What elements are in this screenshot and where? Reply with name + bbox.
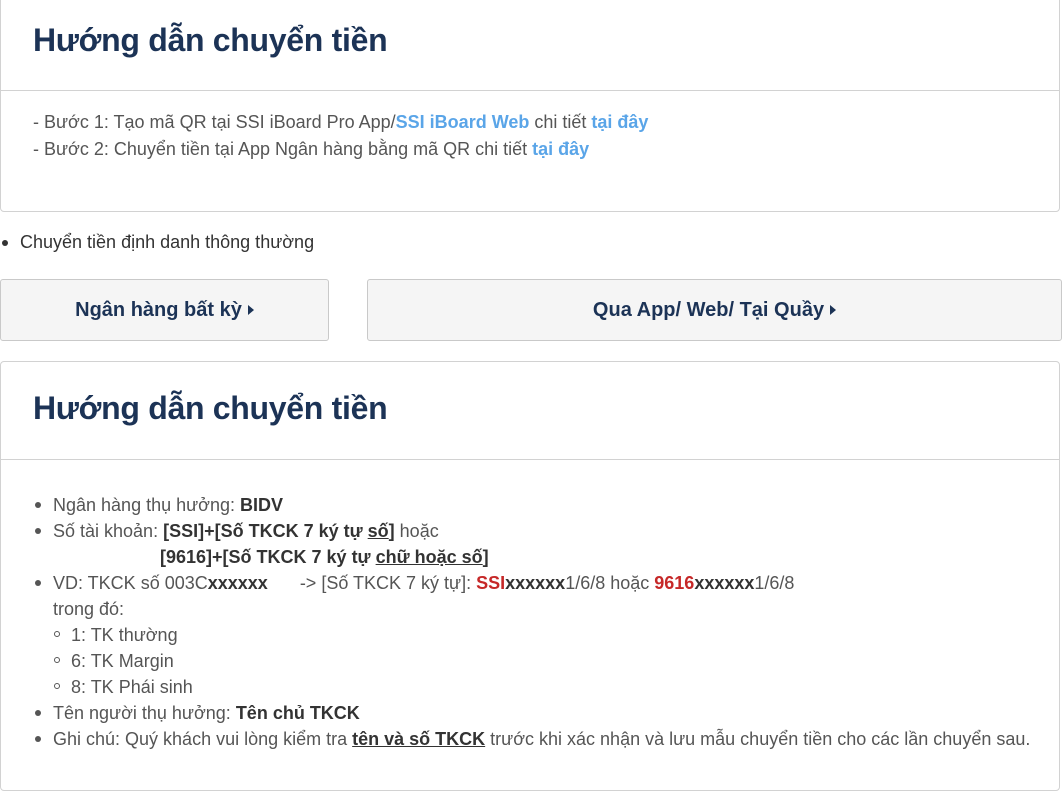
example-suffix: 1/6/8 hoặc: [565, 573, 655, 593]
note-suffix: trước khi xác nhận và lưu mẫu chuyển tiề…: [485, 729, 1031, 749]
where-label: trong đó:: [53, 599, 125, 619]
caret-right-icon: [247, 305, 254, 315]
example-placeholder: xxxxxx: [505, 573, 566, 593]
list-item: [9616]+[Số TKCK 7 ký tự chữ hoặc số]: [33, 544, 1030, 570]
step-1-text: - Bước 1: Tạo mã QR tại SSI iBoard Pro A…: [33, 112, 396, 132]
qr-guide-card: Hướng dẫn chuyển tiền - Bước 1: Tạo mã Q…: [0, 0, 1060, 212]
example-arrow-text: -> [Số TKCK 7 ký tự]:: [299, 573, 477, 593]
step-2-text: - Bước 2: Chuyển tiền tại App Ngân hàng …: [33, 139, 533, 159]
example-placeholder: xxxxxx: [694, 573, 755, 593]
account-type-margin: 6: TK Margin: [71, 651, 174, 671]
transfer-info-list: Ngân hàng thụ hưởng: BIDV Số tài khoản: …: [33, 492, 1030, 752]
ssi-iboard-web-link[interactable]: SSI iBoard Web: [396, 112, 530, 132]
any-bank-button[interactable]: Ngân hàng bất kỳ: [0, 279, 329, 341]
list-item: 6: TK Margin: [33, 648, 1030, 674]
account-format-ssi-text: [SSI]+[Số TKCK 7 ký tự: [163, 521, 368, 541]
step-2-details-link[interactable]: tại đây: [532, 139, 589, 159]
example-suffix: 1/6/8: [754, 573, 795, 593]
bullet-dot: [35, 710, 41, 716]
transfer-guide-card: Hướng dẫn chuyển tiền Ngân hàng thụ hưởn…: [0, 361, 1060, 791]
account-format-9616-underlined: chữ hoặc số: [375, 547, 483, 567]
account-format-ssi-underlined: số: [367, 521, 389, 541]
any-bank-button-label: Ngân hàng bất kỳ: [75, 298, 242, 321]
list-item: Ngân hàng thụ hưởng: BIDV: [33, 492, 1030, 518]
circle-bullet: [54, 683, 60, 689]
list-item: Số tài khoản: [SSI]+[Số TKCK 7 ký tự số]…: [33, 518, 1030, 544]
bullet-dot: [35, 736, 41, 742]
qr-steps: - Bước 1: Tạo mã QR tại SSI iBoard Pro A…: [33, 109, 648, 163]
circle-bullet: [54, 657, 60, 663]
example-ssi-prefix: SSI: [476, 573, 506, 593]
step-2: - Bước 2: Chuyển tiền tại App Ngân hàng …: [33, 136, 648, 163]
note-prefix: Ghi chú: Quý khách vui lòng kiểm tra: [53, 729, 353, 749]
list-item: VD: TKCK số 003Cxxxxxx -> [Số TKCK 7 ký t…: [33, 570, 1030, 596]
circle-bullet: [54, 631, 60, 637]
account-or-text: hoặc: [394, 521, 439, 541]
caret-right-icon: [830, 305, 837, 315]
beneficiary-bank-value: BIDV: [240, 495, 284, 515]
list-item: 1: TK thường: [33, 622, 1030, 648]
bullet-dot: [35, 580, 41, 586]
transfer-guide-title: Hướng dẫn chuyển tiền: [33, 390, 388, 426]
step-1-mid-text: chi tiết: [529, 112, 592, 132]
bullet-dot: [2, 239, 8, 246]
transfer-guide-card-header: Hướng dẫn chuyển tiền: [1, 362, 1059, 460]
app-web-counter-button[interactable]: Qua App/ Web/ Tại Quầy: [367, 279, 1062, 341]
beneficiary-name-value: Tên chủ TKCK: [235, 703, 360, 723]
app-web-counter-button-label: Qua App/ Web/ Tại Quầy: [592, 298, 825, 321]
list-item: Tên người thụ hưởng: Tên chủ TKCK: [33, 700, 1030, 726]
account-format-9616-close: ]: [482, 547, 489, 567]
account-number-label: Số tài khoản:: [53, 521, 164, 541]
account-format-9616: [9616]+[Số TKCK 7 ký tự chữ hoặc số]: [160, 547, 489, 567]
standard-transfer-heading: Chuyển tiền định danh thông thường: [2, 232, 314, 253]
step-1: - Bước 1: Tạo mã QR tại SSI iBoard Pro A…: [33, 109, 648, 136]
example-prefix: VD: TKCK số 003C: [53, 573, 208, 593]
beneficiary-name-label: Tên người thụ hưởng:: [53, 703, 236, 723]
account-type-derivative: 8: TK Phái sinh: [71, 677, 193, 697]
bullet-dot: [35, 528, 41, 534]
account-type-normal: 1: TK thường: [71, 625, 178, 645]
beneficiary-bank-label: Ngân hàng thụ hưởng:: [53, 495, 240, 515]
example-9616-prefix: 9616: [654, 573, 695, 593]
note-underlined: tên và số TKCK: [352, 729, 486, 749]
list-item: Ghi chú: Quý khách vui lòng kiểm tra tên…: [33, 726, 1030, 752]
qr-guide-card-header: Hướng dẫn chuyển tiền: [1, 0, 1059, 91]
account-format-9616-text: [9616]+[Số TKCK 7 ký tự: [160, 547, 376, 567]
list-item: 8: TK Phái sinh: [33, 674, 1030, 700]
example-placeholder: xxxxxx: [207, 573, 268, 593]
step-1-details-link[interactable]: tại đây: [591, 112, 648, 132]
standard-transfer-label: Chuyển tiền định danh thông thường: [20, 232, 315, 252]
bullet-dot: [35, 502, 41, 508]
account-format-ssi: [SSI]+[Số TKCK 7 ký tự số]: [163, 521, 395, 541]
qr-guide-title: Hướng dẫn chuyển tiền: [33, 22, 388, 58]
